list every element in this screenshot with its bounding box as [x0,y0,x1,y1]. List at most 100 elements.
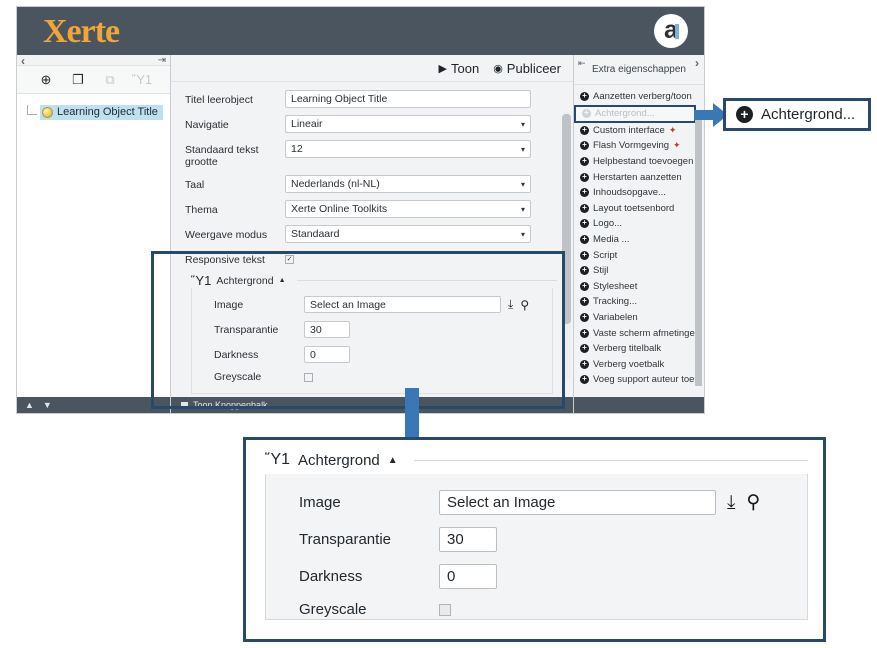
trash-icon[interactable]: Ὕ1 [265,451,290,469]
prop-item-logo[interactable]: + Logo... [574,216,704,232]
center-scrollbar-thumb[interactable] [562,114,571,324]
prop-item-label: Stylesheet [593,280,638,292]
prop-item-voeg-support-auteur-toe[interactable]: + Voeg support auteur toe [574,372,704,388]
plus-icon: + [580,235,589,245]
chevron-up-icon[interactable]: ▲ [388,455,398,466]
plus-icon: + [580,157,589,167]
plus-icon: + [580,266,589,276]
right-scrollbar-thumb[interactable] [695,118,702,386]
prop-item-label: Voeg support auteur toe [593,374,695,386]
duplicate-page-button[interactable]: ❐ [63,69,93,91]
prop-item-stylesheet[interactable]: + Stylesheet [574,279,704,295]
achtergrond-row-greyscale: Greyscale [192,371,552,383]
prop-item-tracking[interactable]: + Tracking... [574,294,704,310]
prop-item-label: Custom interface [593,124,665,136]
publish-button[interactable]: ◉ Publiceer [493,61,561,76]
callout-row-greyscale: Greyscale [266,601,807,618]
page-tree: Learning Object Title [17,94,170,397]
sub-label: Greyscale [214,371,262,383]
screenshot-root: Xerte a ‹ ⇥ ⊕ ❐ ⧉ Ὕ1 Learning Object Tit… [0,0,877,648]
plus-icon: + [580,172,589,182]
field-label: Standaard tekst grootte [185,144,259,168]
upload-icon[interactable]: ⤓ [508,297,513,312]
play-icon: ▶ [438,62,447,75]
callout-achtergrond-menu-item: + Achtergrond... [723,98,871,131]
learning-object-icon [42,106,53,118]
achtergrond-transparantie-input[interactable]: 30 [304,321,350,338]
prop-item-aanzetten-verberg-toon[interactable]: + Aanzetten verberg/toon [574,89,704,105]
prop-item-custom-interface[interactable]: + Custom interface ✦ [574,123,704,139]
callout-row-darkness: Darkness 0 [266,564,807,589]
trash-icon[interactable]: Ὕ1 [191,273,211,288]
prop-item-herstarten-aanzetten[interactable]: + Herstarten aanzetten [574,169,704,185]
achtergrond-image-input[interactable]: Select an Image [304,296,501,313]
achtergrond-greyscale-checkbox[interactable] [304,372,313,382]
pin-right-pane-icon[interactable]: ⇤ [578,58,586,69]
titel-leerobject-input[interactable]: Learning Object Title [285,90,531,108]
prop-item-script[interactable]: + Script [574,247,704,263]
prop-item-flash-vormgeving[interactable]: + Flash Vormgeving ✦ [574,138,704,154]
prop-item-helpbestand-toevoegen[interactable]: + Helpbestand toevoegen [574,154,704,170]
search-icon[interactable]: ⚲ [520,298,529,312]
delete-page-button[interactable]: Ὕ1 [127,69,157,91]
prop-item-label: Aanzetten verberg/toon [593,91,692,103]
responsive-tekst-checkbox[interactable]: ✓ [285,255,294,264]
plus-icon: + [580,375,589,385]
field-row-titel-leerobject: Titel leerobject Learning Object Title [185,90,557,108]
field-label: Responsive tekst [185,254,265,266]
upload-icon[interactable]: ⤓ [727,492,735,514]
action-toolbar: ▶ Toon ◉ Publiceer [171,55,573,82]
achtergrond-darkness-input[interactable]: 0 [304,346,350,363]
prop-item-stijl[interactable]: + Stijl [574,263,704,279]
cb-label: Darkness [299,568,363,585]
center-scrollbar-track[interactable] [562,112,571,379]
add-page-button[interactable]: ⊕ [31,69,61,91]
prop-item-verberg-voetbalk[interactable]: + Verberg voetbalk [574,357,704,373]
callout-greyscale-checkbox[interactable] [439,603,451,616]
callout-darkness-input[interactable]: 0 [439,564,497,589]
expand-right-icon[interactable]: › [695,56,699,70]
field-row-taal: Taal Nederlands (nl-NL) [185,175,557,193]
toon-knoppenbalk-checkbox[interactable] [181,401,188,409]
callout-achtergrond-label: Achtergrond... [761,106,856,123]
plus-icon: + [580,250,589,260]
thema-select[interactable]: Xerte Online Toolkits [285,200,531,218]
prop-item-label: Inhoudsopgave... [593,187,666,199]
standaard-tekst-grootte-select[interactable]: 12 [285,140,531,158]
tree-item-learning-object[interactable]: Learning Object Title [40,105,163,120]
plus-icon: + [580,92,589,102]
pin-left-pane-icon[interactable]: ⇥ [158,55,166,66]
prop-item-media[interactable]: + Media ... [574,232,704,248]
right-scrollbar-track[interactable] [695,117,702,386]
prop-item-label: Achtergrond... [595,108,655,120]
prop-item-verberg-titelbalk[interactable]: + Verberg titelbalk [574,341,704,357]
prop-item-inhoudsopgave[interactable]: + Inhoudsopgave... [574,185,704,201]
taal-select[interactable]: Nederlands (nl-NL) [285,175,531,193]
move-down-icon[interactable]: ▼ [43,400,52,410]
field-label: Thema [185,204,218,216]
prop-item-variabelen[interactable]: + Variabelen [574,310,704,326]
move-up-icon[interactable]: ▲ [25,400,34,410]
cb-label: Greyscale [299,601,367,618]
publish-label: Publiceer [506,60,561,76]
prop-item-layout-toetsenbord[interactable]: + Layout toetsenbord [574,201,704,217]
collapse-left-icon[interactable]: ‹ [21,54,25,68]
weergave-modus-select[interactable]: Standaard [285,225,531,243]
prop-item-vaste-scherm-afmetingen[interactable]: + Vaste scherm afmetingen [574,325,704,341]
chevron-up-icon[interactable]: ▲ [279,277,286,284]
page-tree-toolbar: ⊕ ❐ ⧉ Ὕ1 [17,66,170,94]
prop-item-label: Helpbestand toevoegen [593,156,694,168]
callout-achtergrond-legend: Ὕ1 Achtergrond ▲ [265,451,808,469]
extra-properties-header: ⇤ Extra eigenschappen › [574,55,704,85]
prop-item-achtergrond[interactable]: + Achtergrond... [574,104,696,123]
wand-icon: ✦ [668,124,677,135]
sub-label: Transparantie [214,323,279,336]
navigatie-select[interactable]: Lineair [285,115,531,133]
copy-page-button[interactable]: ⧉ [95,69,125,91]
search-icon[interactable]: ⚲ [746,491,760,514]
callout-image-input[interactable]: Select an Image [439,490,716,515]
preview-button[interactable]: ▶ Toon [439,61,480,76]
tree-row[interactable]: Learning Object Title [17,104,170,121]
preview-label: Toon [450,60,480,76]
callout-transparantie-input[interactable]: 30 [439,527,497,552]
